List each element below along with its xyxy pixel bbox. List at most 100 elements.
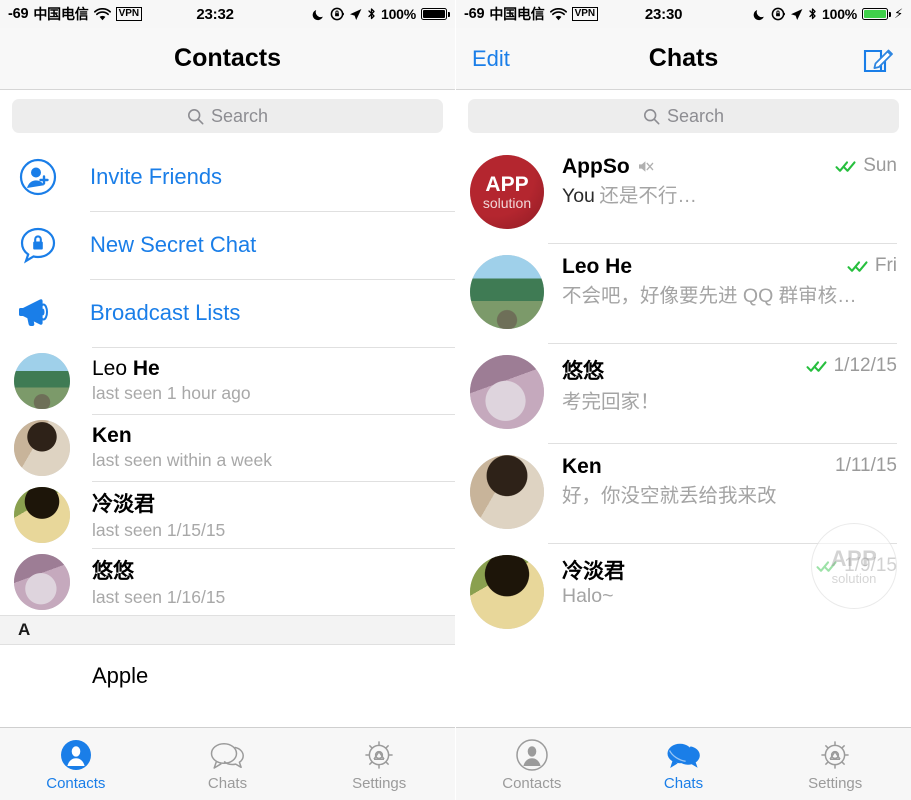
contact-row[interactable]: 悠悠 last seen 1/16/15 (0, 548, 455, 615)
read-receipt-icon (816, 559, 840, 574)
status-bar-left-group: -69 中国电信 VPN (8, 4, 142, 24)
bluetooth-icon (367, 7, 376, 21)
edit-button[interactable]: Edit (472, 46, 510, 72)
chat-meta: Fri (837, 255, 897, 277)
chat-timestamp: Sun (863, 155, 897, 177)
chat-name: Leo He (562, 255, 632, 279)
tab-contacts[interactable]: Contacts (456, 728, 608, 800)
chat-bubbles-icon (666, 737, 702, 771)
avatar (470, 555, 544, 629)
tab-settings[interactable]: Settings (303, 728, 455, 800)
search-icon (187, 108, 204, 125)
chat-preview: 考完回家！ (562, 391, 660, 413)
carrier-label: 中国电信 (489, 4, 544, 24)
chat-preview: 还是不行… (599, 185, 697, 207)
clock-label: 23:32 (196, 6, 233, 23)
chat-timestamp: Fri (875, 255, 897, 277)
contact-row-partial[interactable] (0, 707, 455, 727)
contacts-list[interactable]: Invite Friends New Secret Chat Broadcast… (0, 143, 455, 727)
action-row-new-secret-chat[interactable]: New Secret Chat (0, 211, 455, 279)
wifi-icon (550, 8, 567, 21)
chat-name: Ken (562, 455, 602, 479)
rotation-lock-icon (771, 7, 785, 21)
chats-screen: -69 中国电信 VPN 23:30 (456, 0, 911, 800)
carrier-label: 中国电信 (33, 4, 88, 24)
search-icon (643, 108, 660, 125)
search-input[interactable]: Search (468, 99, 899, 133)
tab-settings[interactable]: Settings (759, 728, 911, 800)
read-receipt-icon (835, 159, 859, 174)
section-header: A (0, 615, 455, 645)
search-container-right: Search (456, 90, 911, 143)
megaphone-icon (14, 296, 62, 330)
tab-bar-left[interactable]: Contacts Chats Settings (0, 727, 455, 800)
nav-bar-contacts: Contacts (0, 28, 455, 90)
chat-row[interactable]: 悠悠 1/12/15 考完回家！ (456, 343, 911, 443)
rotation-lock-icon (330, 7, 344, 21)
chats-list[interactable]: APP solution AppSo Su (456, 143, 911, 727)
contact-text: 悠悠 last seen 1/16/15 (92, 555, 225, 608)
compose-icon (861, 42, 895, 76)
compose-button[interactable] (861, 42, 895, 76)
action-label: Broadcast Lists (90, 300, 240, 326)
chat-header-row: Ken 1/11/15 (562, 455, 897, 479)
tab-bar-right[interactable]: Contacts Chats Settings (456, 727, 911, 800)
nav-bar-chats: Edit Chats (456, 28, 911, 90)
status-bar-right-group: 100% ⚡ (753, 6, 903, 22)
dual-screenshot-stage: -69 中国电信 VPN 23:32 (0, 0, 911, 800)
tab-label: Chats (208, 775, 247, 792)
action-label: New Secret Chat (90, 232, 256, 258)
chat-row[interactable]: APP solution AppSo Su (456, 143, 911, 243)
charging-bolt-icon: ⚡ (894, 6, 903, 22)
chat-content: AppSo Sun You 还是不行… (562, 155, 897, 231)
chat-meta: 1/9/15 (806, 555, 897, 577)
tab-contacts[interactable]: Contacts (0, 728, 152, 800)
status-bar-left: -69 中国电信 VPN 23:32 (0, 0, 455, 28)
tab-label: Contacts (46, 775, 105, 792)
status-bar-right: -69 中国电信 VPN 23:30 (456, 0, 911, 28)
page-title: Chats (456, 44, 911, 73)
contact-row-apple[interactable]: Apple (0, 645, 455, 707)
action-row-invite-friends[interactable]: Invite Friends (0, 143, 455, 211)
chat-row[interactable]: Ken 1/11/15 好，你没空就丢给我来改 (456, 443, 911, 543)
chat-preview: Halo~ (562, 585, 614, 607)
contact-row[interactable]: Leo He last seen 1 hour ago (0, 347, 455, 414)
chat-sender: You (562, 185, 595, 207)
search-placeholder: Search (211, 106, 268, 127)
status-bar-left-group: -69 中国电信 VPN (464, 4, 598, 24)
action-row-broadcast-lists[interactable]: Broadcast Lists (0, 279, 455, 347)
tab-label: Settings (352, 775, 406, 792)
add-person-icon (14, 158, 62, 196)
search-input[interactable]: Search (12, 99, 443, 133)
battery-percent-label: 100% (381, 6, 416, 22)
avatar (14, 487, 70, 543)
chat-row[interactable]: 冷淡君 1/9/15 Halo~ (456, 543, 911, 643)
contact-status: last seen 1 hour ago (92, 383, 251, 404)
contact-text: 冷淡君 last seen 1/15/15 (92, 488, 225, 541)
avatar (470, 255, 544, 329)
tab-label: Chats (664, 775, 703, 792)
chat-name: 悠悠 (562, 355, 604, 385)
chat-content: 悠悠 1/12/15 考完回家！ (562, 355, 897, 431)
mute-icon (637, 159, 654, 174)
avatar (14, 554, 70, 610)
person-icon (516, 737, 548, 771)
page-title: Contacts (0, 44, 455, 73)
chat-header-row: 冷淡君 1/9/15 (562, 555, 897, 585)
chat-header-row: Leo He Fri (562, 255, 897, 279)
search-container-left: Search (0, 90, 455, 143)
chat-header-row: AppSo Sun (562, 155, 897, 179)
chat-content: Leo He Fri 不会吧，好像要先进 QQ 群审核… (562, 255, 897, 331)
tab-chats[interactable]: Chats (608, 728, 760, 800)
contact-row[interactable]: 冷淡君 last seen 1/15/15 (0, 481, 455, 548)
avatar-logo-line1: APP (485, 174, 528, 195)
chat-content: 冷淡君 1/9/15 Halo~ (562, 555, 897, 631)
status-bar-center-group: 23:30 (586, 6, 741, 23)
signal-strength-label: -69 (464, 6, 484, 22)
chat-meta: 1/12/15 (796, 355, 897, 377)
chat-header-row: 悠悠 1/12/15 (562, 355, 897, 385)
tab-chats[interactable]: Chats (152, 728, 304, 800)
contact-row[interactable]: Ken last seen within a week (0, 414, 455, 481)
wifi-icon (94, 8, 111, 21)
chat-row[interactable]: Leo He Fri 不会吧，好像要先进 QQ 群审核… (456, 243, 911, 343)
